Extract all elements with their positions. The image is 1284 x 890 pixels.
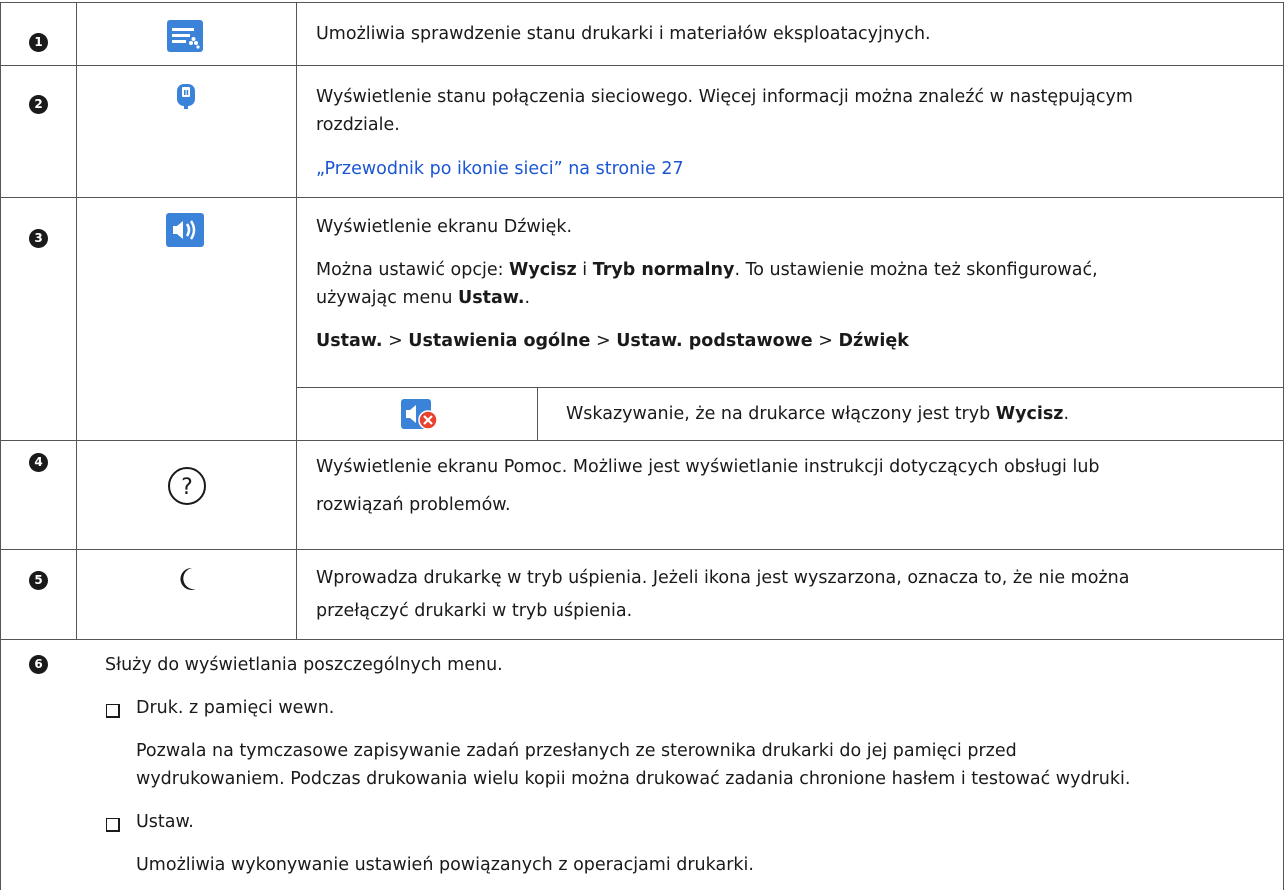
row-description: Wprowadza drukarkę w tryb uśpienia. Jeże… — [316, 568, 1130, 588]
row-divider — [0, 65, 1284, 66]
checkbox-bullet-icon — [106, 704, 120, 718]
row-divider — [296, 387, 1284, 388]
mute-description: Wskazywanie, że na drukarce włączony jes… — [566, 404, 1070, 424]
menu-item-description: wydrukowaniem. Podczas drukowania wielu … — [136, 769, 1131, 789]
menu-item-label: Druk. z pamięci wewn. — [136, 698, 335, 718]
sound-options-text: używając menu Ustaw.. — [316, 288, 531, 308]
row-number: 5 — [29, 571, 48, 590]
row-number: 4 — [29, 453, 48, 472]
row-description: Służy do wyświetlania poszczególnych men… — [105, 655, 503, 675]
row-divider — [0, 2, 1284, 3]
row-description: przełączyć drukarki w tryb uśpienia. — [316, 601, 633, 621]
network-guide-link[interactable]: „Przewodnik po ikonie sieci” na stronie … — [316, 155, 684, 183]
info-table: 1 Umożliwia sprawdzenie stanu drukarki i… — [0, 0, 1284, 890]
row-divider — [0, 639, 1284, 640]
row-divider — [0, 440, 1284, 441]
row-divider — [0, 549, 1284, 550]
row-description: Wyświetlenie ekranu Pomoc. Możliwe jest … — [316, 457, 1100, 477]
menu-item-description: Pozwala na tymczasowe zapisywanie zadań … — [136, 741, 1017, 761]
row-number: 2 — [29, 95, 48, 114]
printer-status-icon — [167, 20, 203, 56]
col-divider — [537, 387, 538, 440]
col-divider — [296, 2, 297, 640]
sound-icon — [166, 213, 204, 251]
checkbox-bullet-icon — [106, 818, 120, 832]
row-description: rozwiązań problemów. — [316, 495, 511, 515]
menu-item-label: Ustaw. — [136, 812, 194, 832]
row-number: 1 — [29, 33, 48, 52]
col-divider — [76, 2, 77, 640]
row-description: Wyświetlenie stanu połączenia sieciowego… — [316, 87, 1133, 107]
menu-item-description: Umożliwia wykonywanie ustawień powiązany… — [136, 855, 754, 875]
row-description: Umożliwia sprawdzenie stanu drukarki i m… — [316, 24, 931, 44]
sound-options-text: Można ustawić opcje: Wycisz i Tryb norma… — [316, 260, 1098, 280]
sleep-moon-icon — [176, 566, 198, 596]
row-number: 3 — [29, 229, 48, 248]
row-number: 6 — [29, 655, 48, 674]
mute-icon — [401, 397, 439, 435]
row-description: Wyświetlenie ekranu Dźwięk. — [316, 217, 573, 237]
svg-text:?: ? — [181, 475, 193, 500]
row-description: rozdziale. — [316, 115, 400, 135]
help-icon: ? — [167, 466, 207, 510]
col-divider — [0, 2, 1, 890]
settings-path: Ustaw. > Ustawienia ogólne > Ustaw. pods… — [316, 331, 909, 351]
row-divider — [0, 197, 1284, 198]
network-status-icon — [176, 83, 196, 114]
